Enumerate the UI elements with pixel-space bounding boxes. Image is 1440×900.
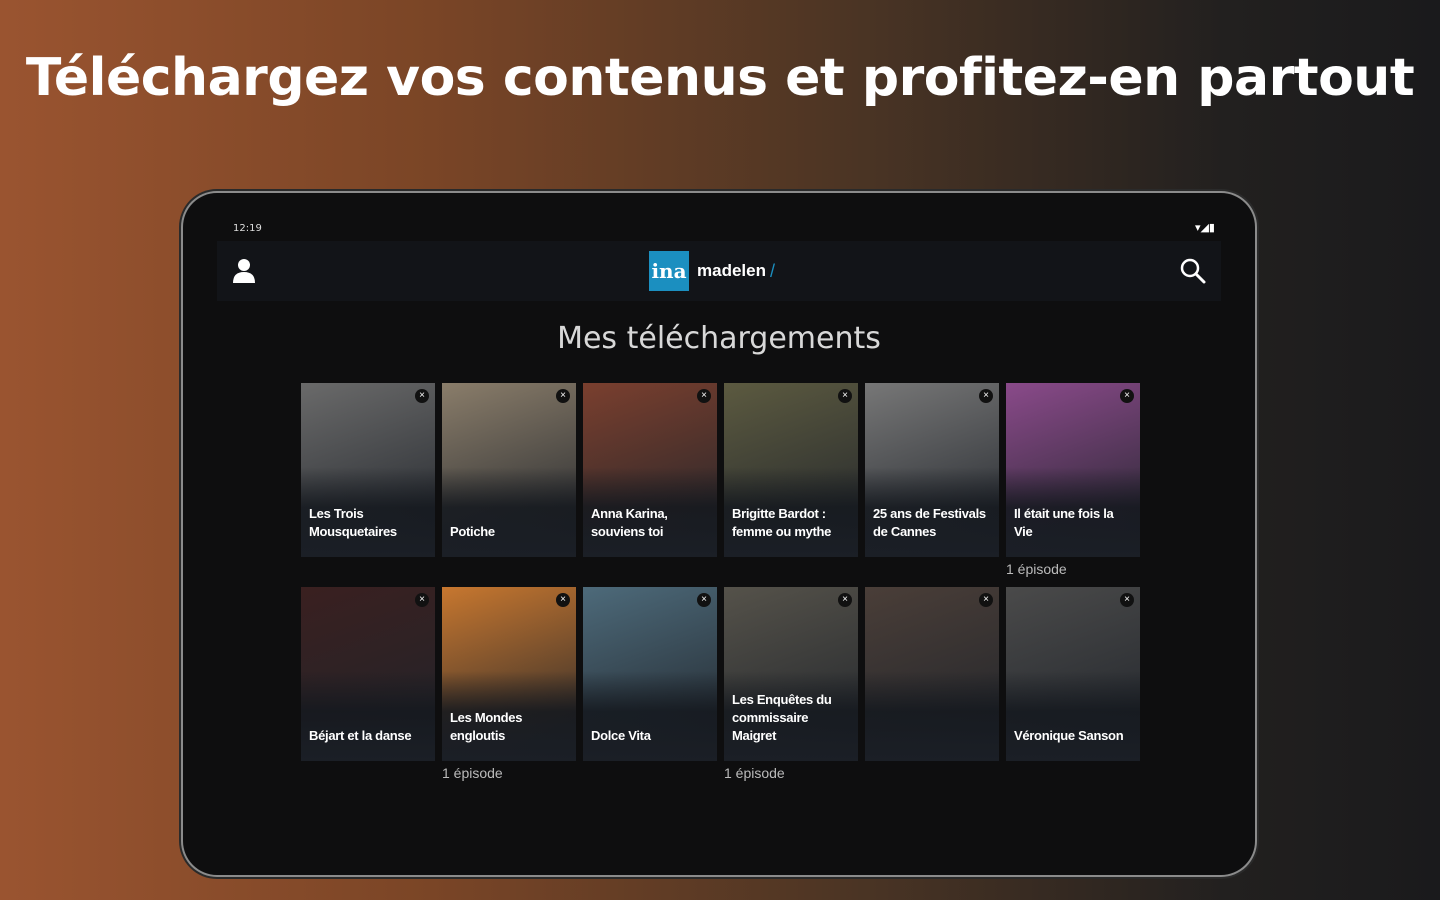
remove-download-button[interactable]: × <box>415 389 429 403</box>
page-title: Mes téléchargements <box>557 321 881 356</box>
remove-download-button[interactable]: × <box>556 593 570 607</box>
card-title: Potiche <box>450 524 495 539</box>
downloads-grid: × Les Trois Mousquetaires × Potiche × An… <box>301 383 1141 791</box>
episode-count: 1 épisode <box>442 765 503 781</box>
status-icons: ▾◢▮ <box>1194 222 1215 234</box>
tablet-frame: 12:19 ▾◢▮ ina madelen / Mes téléchargeme… <box>183 193 1255 875</box>
remove-download-button[interactable]: × <box>556 389 570 403</box>
app-logo[interactable]: ina madelen / <box>649 251 775 291</box>
headline: Téléchargez vos contenus et profitez-en … <box>25 48 1415 108</box>
grid-row: × Les Trois Mousquetaires × Potiche × An… <box>301 383 1141 587</box>
card-shade <box>442 467 576 557</box>
download-card[interactable]: × Les Enquêtes du commissaire Maigret <box>724 587 858 761</box>
card-title: Il était une fois la Vie <box>1014 506 1114 539</box>
search-button[interactable] <box>1179 257 1207 285</box>
card-shade <box>1006 671 1140 761</box>
download-card[interactable]: × Véronique Sanson <box>1006 587 1140 761</box>
status-time: 12:19 <box>233 223 262 234</box>
card-title: Anna Karina, souviens toi <box>591 506 668 539</box>
remove-download-button[interactable]: × <box>979 593 993 607</box>
episode-count: 1 épisode <box>724 765 785 781</box>
download-card[interactable]: × Anna Karina, souviens toi <box>583 383 717 557</box>
ina-logo-mark: ina <box>649 251 689 291</box>
search-icon <box>1180 258 1206 284</box>
card-title: Les Trois Mousquetaires <box>309 506 397 539</box>
download-card[interactable]: × Il était une fois la Vie <box>1006 383 1140 557</box>
profile-button[interactable] <box>231 257 257 285</box>
remove-download-button[interactable]: × <box>838 389 852 403</box>
download-card[interactable]: × Béjart et la danse <box>301 587 435 761</box>
user-icon <box>233 259 255 283</box>
card-title: Dolce Vita <box>591 728 651 743</box>
remove-download-button[interactable]: × <box>697 389 711 403</box>
card-title: Véronique Sanson <box>1014 728 1124 743</box>
download-card[interactable]: × Les Mondes engloutis <box>442 587 576 761</box>
logo-slash: / <box>769 260 775 281</box>
remove-download-button[interactable]: × <box>979 389 993 403</box>
download-card[interactable]: × Brigitte Bardot : femme ou mythe <box>724 383 858 557</box>
remove-download-button[interactable]: × <box>838 593 852 607</box>
remove-download-button[interactable]: × <box>1120 593 1134 607</box>
download-card[interactable]: × Dolce Vita <box>583 587 717 761</box>
download-card[interactable]: × <box>865 587 999 761</box>
card-title: Brigitte Bardot : femme ou mythe <box>732 506 832 539</box>
card-shade <box>865 671 999 761</box>
episode-count: 1 épisode <box>1006 561 1067 577</box>
app-bar: ina madelen / <box>217 241 1221 301</box>
card-shade <box>583 671 717 761</box>
download-card[interactable]: × Les Trois Mousquetaires <box>301 383 435 557</box>
card-shade <box>301 671 435 761</box>
card-title: Les Mondes engloutis <box>450 710 523 743</box>
remove-download-button[interactable]: × <box>415 593 429 607</box>
download-card[interactable]: × Potiche <box>442 383 576 557</box>
remove-download-button[interactable]: × <box>697 593 711 607</box>
card-title: 25 ans de Festivals de Cannes <box>873 506 986 539</box>
grid-row: × Béjart et la danse × Les Mondes englou… <box>301 587 1141 791</box>
logo-text: madelen <box>697 261 766 280</box>
download-card[interactable]: × 25 ans de Festivals de Cannes <box>865 383 999 557</box>
card-title: Les Enquêtes du commissaire Maigret <box>732 692 832 743</box>
remove-download-button[interactable]: × <box>1120 389 1134 403</box>
card-title: Béjart et la danse <box>309 728 412 743</box>
